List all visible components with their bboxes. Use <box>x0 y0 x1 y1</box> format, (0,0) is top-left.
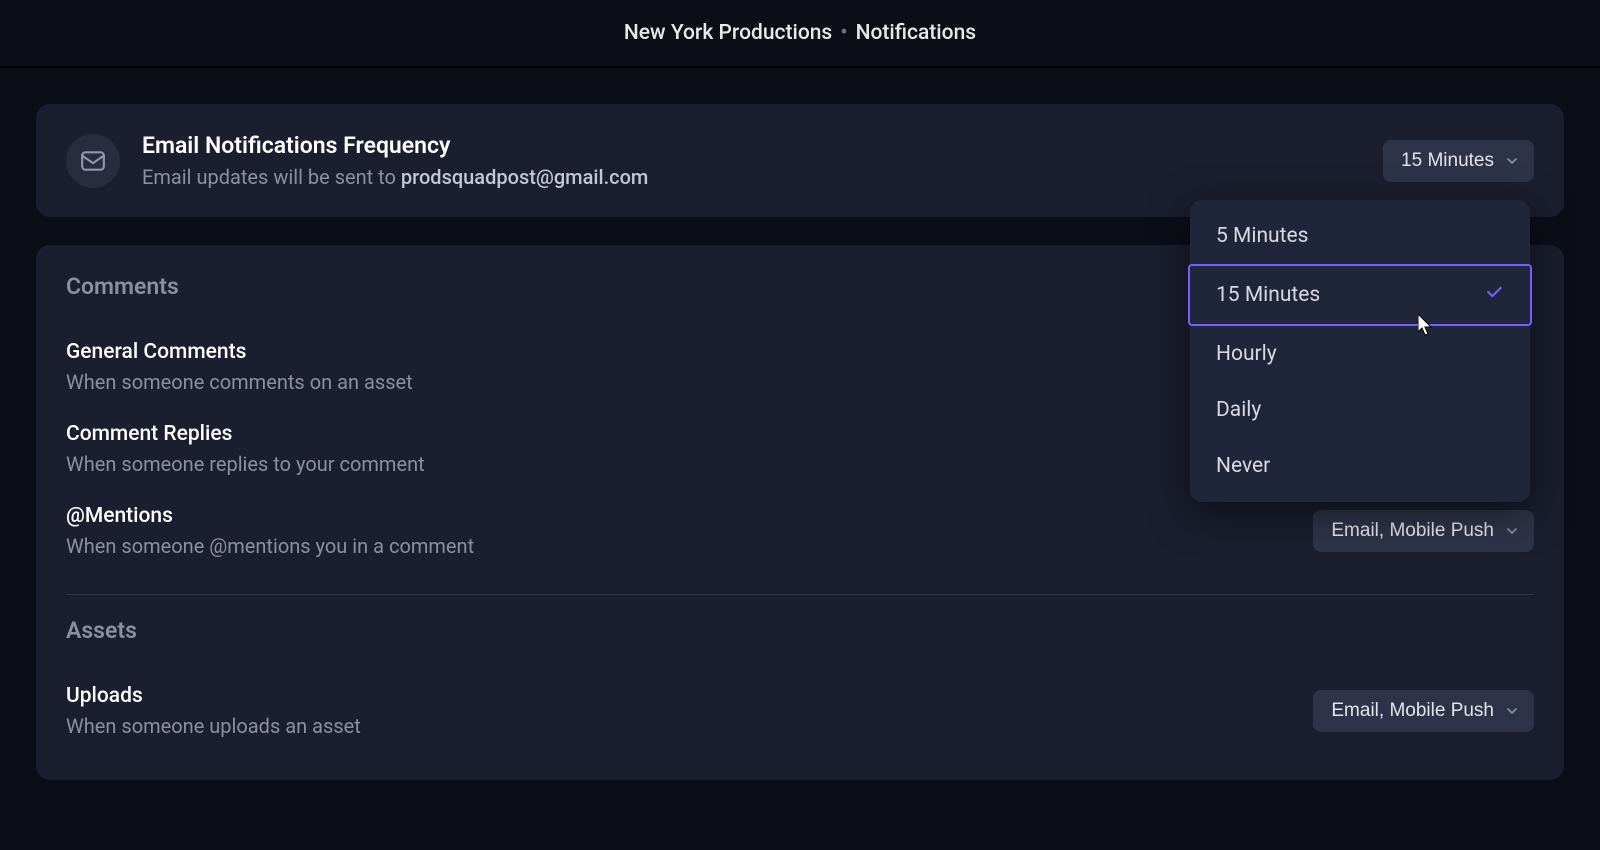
setting-title: @Mentions <box>66 504 474 528</box>
uploads-channel-select[interactable]: Email, Mobile Push <box>1313 690 1534 732</box>
email-frequency-select[interactable]: 15 Minutes <box>1383 140 1534 182</box>
frequency-dropdown: 5 Minutes 15 Minutes Hourly Daily Never <box>1190 200 1530 502</box>
frequency-option-15-minutes[interactable]: 15 Minutes <box>1188 264 1532 326</box>
page-header: New York Productions • Notifications <box>0 0 1600 68</box>
section-divider <box>66 594 1534 595</box>
setting-title: General Comments <box>66 340 413 364</box>
setting-desc: When someone replies to your comment <box>66 452 425 476</box>
setting-desc: When someone uploads an asset <box>66 714 361 738</box>
chevron-down-icon <box>1504 153 1520 169</box>
check-icon <box>1484 282 1504 308</box>
mail-icon <box>66 134 120 188</box>
section-title-assets: Assets <box>66 617 1534 644</box>
mentions-channel-select[interactable]: Email, Mobile Push <box>1313 510 1534 552</box>
frequency-option-5-minutes[interactable]: 5 Minutes <box>1190 208 1530 264</box>
chevron-down-icon <box>1504 703 1520 719</box>
email-frequency-description: Email updates will be sent to prodsquadp… <box>142 165 648 189</box>
setting-title: Uploads <box>66 684 361 708</box>
chevron-down-icon <box>1504 523 1520 539</box>
setting-desc: When someone @mentions you in a comment <box>66 534 474 558</box>
header-separator: • <box>840 21 847 45</box>
uploads-channel-label: Email, Mobile Push <box>1331 700 1494 722</box>
section-assets: Assets Uploads When someone uploads an a… <box>66 617 1534 752</box>
email-frequency-title: Email Notifications Frequency <box>142 132 648 159</box>
email-frequency-selected-label: 15 Minutes <box>1401 150 1494 172</box>
frequency-option-daily[interactable]: Daily <box>1190 382 1530 438</box>
setting-row-mentions: @Mentions When someone @mentions you in … <box>66 490 1534 572</box>
header-org: New York Productions <box>624 21 832 45</box>
email-address: prodsquadpost@gmail.com <box>401 165 648 189</box>
frequency-option-hourly[interactable]: Hourly <box>1190 326 1530 382</box>
frequency-option-never[interactable]: Never <box>1190 438 1530 494</box>
header-page: Notifications <box>856 21 976 45</box>
setting-row-uploads: Uploads When someone uploads an asset Em… <box>66 670 1534 752</box>
setting-desc: When someone comments on an asset <box>66 370 413 394</box>
setting-title: Comment Replies <box>66 422 425 446</box>
mentions-channel-label: Email, Mobile Push <box>1331 520 1494 542</box>
